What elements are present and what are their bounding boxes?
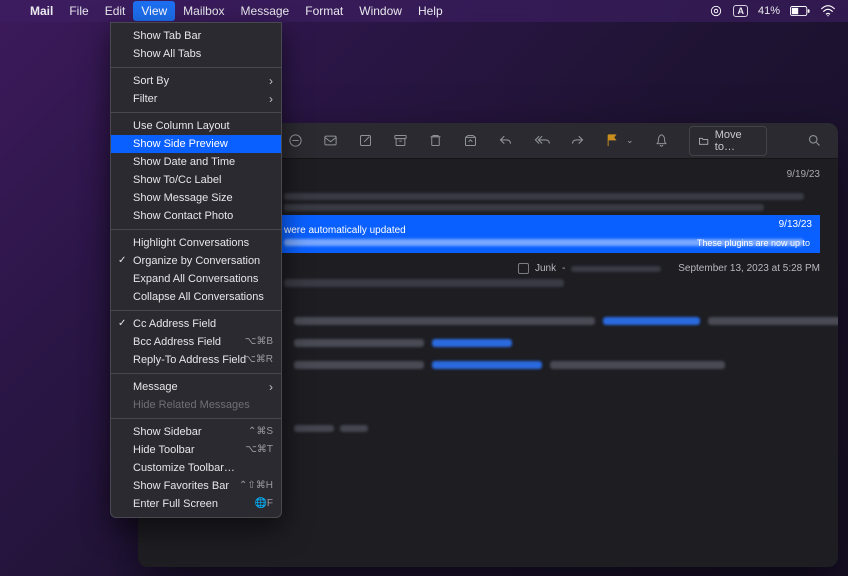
menu-separator — [111, 67, 281, 68]
menu-item-show-contact-photo[interactable]: Show Contact Photo — [111, 207, 281, 225]
battery-icon — [790, 6, 810, 17]
menu-item-highlight-conversations[interactable]: Highlight Conversations — [111, 234, 281, 252]
message-subject-blur — [284, 279, 564, 287]
menu-item-sort-by[interactable]: Sort By — [111, 72, 281, 90]
selected-trail-text: These plugins are now up to — [697, 238, 810, 248]
meta-full-date: September 13, 2023 at 5:28 PM — [678, 263, 820, 274]
selected-date: 9/13/23 — [779, 219, 812, 230]
menu-item-enter-full-screen[interactable]: Enter Full Screen🌐F — [111, 495, 281, 513]
menu-separator — [111, 229, 281, 230]
message-date-top: 9/19/23 — [787, 169, 820, 180]
compose-icon[interactable] — [358, 133, 373, 148]
menu-separator — [111, 373, 281, 374]
reply-all-icon[interactable] — [533, 133, 550, 148]
avatar-badge[interactable]: A — [733, 5, 748, 17]
folder-icon — [698, 135, 709, 147]
menu-item-customize-toolbar[interactable]: Customize Toolbar… — [111, 459, 281, 477]
junk-bin-icon[interactable] — [463, 133, 478, 148]
mute-icon[interactable] — [654, 133, 669, 148]
menu-separator — [111, 112, 281, 113]
menu-item-hide-toolbar[interactable]: Hide Toolbar⌥⌘T — [111, 441, 281, 459]
flag-icon[interactable] — [605, 133, 620, 148]
menu-format[interactable]: Format — [297, 1, 351, 21]
menu-separator — [111, 310, 281, 311]
menu-message[interactable]: Message — [233, 1, 298, 21]
message-signature-blur — [294, 425, 368, 432]
menu-item-show-message-size[interactable]: Show Message Size — [111, 189, 281, 207]
menu-shortcut: ⌥⌘R — [244, 353, 273, 367]
menu-item-cc-address-field[interactable]: Cc Address Field — [111, 315, 281, 333]
menu-item-show-sidebar[interactable]: Show Sidebar⌃⌘S — [111, 423, 281, 441]
menu-item-show-to-cc-label[interactable]: Show To/Cc Label — [111, 171, 281, 189]
menu-shortcut: 🌐F — [254, 497, 273, 511]
message-meta: Junk - — [518, 263, 661, 274]
trash-icon[interactable] — [428, 133, 443, 148]
menu-shortcut: ⌥⌘B — [245, 335, 273, 349]
menu-item-organize-by-conversation[interactable]: Organize by Conversation — [111, 252, 281, 270]
message-preview-blur — [284, 189, 814, 215]
menu-shortcut: ⌃⌘S — [248, 425, 273, 439]
menu-item-show-side-preview[interactable]: Show Side Preview — [111, 135, 281, 153]
meta-folder: Junk — [535, 263, 556, 274]
menubar-status: A 41% — [709, 4, 836, 18]
meta-sep: - — [562, 263, 565, 274]
menu-app[interactable]: Mail — [22, 1, 61, 21]
menu-help[interactable]: Help — [410, 1, 451, 21]
view-menu-dropdown: Show Tab BarShow All Tabs Sort ByFilter Us… — [110, 22, 282, 518]
archive-icon[interactable] — [393, 133, 408, 148]
battery-text: 41% — [758, 5, 780, 17]
menu-item-show-all-tabs[interactable]: Show All Tabs — [111, 45, 281, 63]
wifi-icon[interactable] — [820, 5, 836, 17]
menu-view[interactable]: View — [133, 1, 175, 21]
junk-icon[interactable] — [323, 133, 338, 148]
menu-window[interactable]: Window — [351, 1, 410, 21]
menu-item-collapse-all-conversations[interactable]: Collapse All Conversations — [111, 288, 281, 306]
menu-shortcut: ⌥⌘T — [245, 443, 273, 457]
menu-mailbox[interactable]: Mailbox — [175, 1, 232, 21]
menu-item-reply-to-address-field[interactable]: Reply-To Address Field⌥⌘R — [111, 351, 281, 369]
menu-item-show-date-and-time[interactable]: Show Date and Time — [111, 153, 281, 171]
menu-shortcut: ⌃⇧⌘H — [239, 479, 273, 493]
junk-box-icon — [518, 263, 529, 274]
menu-item-message[interactable]: Message — [111, 378, 281, 396]
menu-item-expand-all-conversations[interactable]: Expand All Conversations — [111, 270, 281, 288]
menu-file[interactable]: File — [61, 1, 96, 21]
selected-subject-snippet: were automatically updated — [284, 225, 406, 236]
menu-separator — [111, 418, 281, 419]
search-icon[interactable] — [807, 133, 822, 148]
message-content — [294, 317, 838, 383]
move-to-label: Move to… — [715, 129, 758, 153]
move-to-button[interactable]: Move to… — [689, 126, 767, 156]
menu-edit[interactable]: Edit — [97, 1, 134, 21]
flag-chevron-icon[interactable]: ⌄ — [626, 135, 634, 146]
menu-item-bcc-address-field[interactable]: Bcc Address Field⌥⌘B — [111, 333, 281, 351]
menu-item-show-tab-bar[interactable]: Show Tab Bar — [111, 27, 281, 45]
menu-item-hide-related-messages: Hide Related Messages — [111, 396, 281, 414]
reply-icon[interactable] — [498, 133, 513, 148]
menu-item-show-favorites-bar[interactable]: Show Favorites Bar⌃⇧⌘H — [111, 477, 281, 495]
menubar: Mail File Edit View Mailbox Message Form… — [0, 0, 848, 22]
siri-icon[interactable] — [709, 4, 723, 18]
unread-icon[interactable] — [288, 133, 303, 148]
meta-sender-blur — [571, 266, 661, 272]
forward-icon[interactable] — [570, 133, 585, 148]
menu-item-filter[interactable]: Filter — [111, 90, 281, 108]
menu-item-use-column-layout[interactable]: Use Column Layout — [111, 117, 281, 135]
